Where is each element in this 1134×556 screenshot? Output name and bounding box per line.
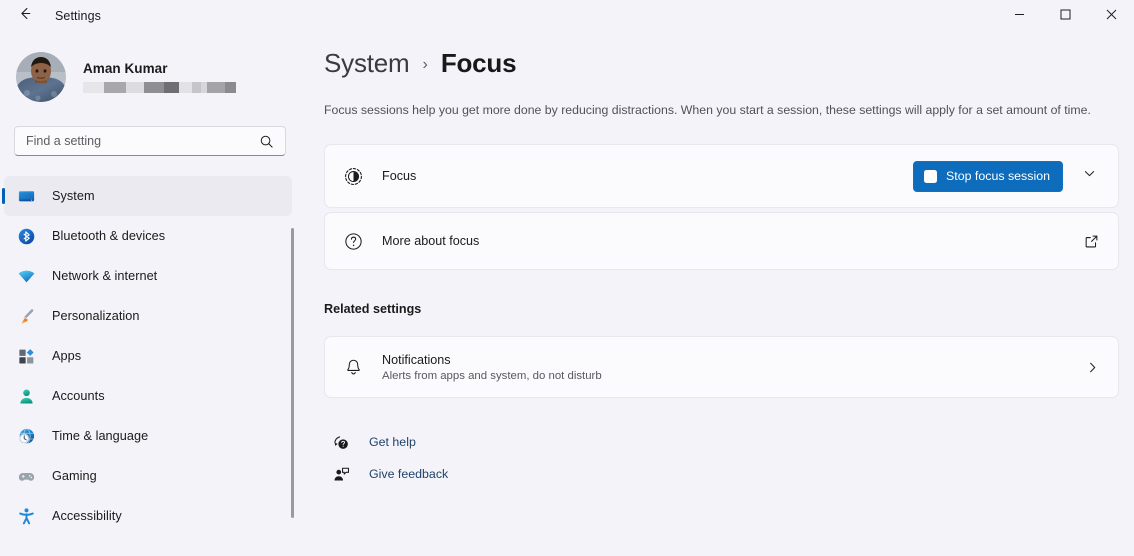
main-content: System › Focus Focus sessions help you g…	[302, 32, 1134, 556]
sidebar-item-label: Network & internet	[52, 269, 157, 283]
open-external-icon[interactable]	[1080, 234, 1102, 249]
sidebar-item-label: Bluetooth & devices	[52, 229, 165, 243]
sidebar-item-label: Apps	[52, 349, 81, 363]
question-circle-icon	[341, 231, 365, 252]
stop-focus-session-label: Stop focus session	[946, 169, 1050, 183]
title-bar: Settings	[0, 0, 1134, 32]
focus-icon	[341, 166, 365, 187]
breadcrumb-parent[interactable]: System	[324, 48, 409, 79]
notifications-card[interactable]: Notifications Alerts from apps and syste…	[324, 336, 1119, 398]
sidebar-item-time-language[interactable]: Time & language	[4, 416, 292, 456]
more-about-focus-title: More about focus	[382, 234, 479, 248]
get-help-label: Get help	[369, 435, 416, 449]
sidebar-item-label: Accessibility	[52, 509, 122, 523]
sidebar-item-label: System	[52, 189, 95, 203]
profile-name: Aman Kumar	[83, 61, 236, 76]
sidebar-item-accounts[interactable]: Accounts	[4, 376, 292, 416]
notifications-title: Notifications	[382, 353, 602, 367]
profile-text: Aman Kumar	[83, 61, 236, 93]
more-about-focus-card[interactable]: More about focus	[324, 212, 1119, 270]
minimize-icon	[1014, 7, 1025, 25]
monitor-icon	[16, 186, 36, 206]
person-icon	[16, 386, 36, 406]
gamepad-icon	[16, 466, 36, 486]
get-help-icon	[331, 434, 351, 451]
stop-square-icon	[924, 170, 937, 183]
stop-focus-session-button[interactable]: Stop focus session	[913, 161, 1063, 192]
main-inner: System › Focus Focus sessions help you g…	[324, 32, 1134, 490]
page-title: Focus	[441, 48, 517, 79]
settings-window: Settings	[0, 0, 1134, 556]
sidebar-item-apps[interactable]: Apps	[4, 336, 292, 376]
notifications-text: Notifications Alerts from apps and syste…	[382, 353, 602, 382]
minimize-button[interactable]	[996, 0, 1042, 32]
sidebar-item-accessibility[interactable]: Accessibility	[4, 496, 292, 536]
breadcrumb: System › Focus	[324, 48, 1115, 79]
bluetooth-icon	[16, 226, 36, 246]
give-feedback-link[interactable]: Give feedback	[324, 458, 448, 490]
search-box[interactable]	[14, 126, 286, 156]
focus-card-expand-button[interactable]	[1074, 161, 1104, 191]
sidebar: Aman Kumar	[0, 32, 302, 556]
back-arrow-icon	[17, 5, 34, 27]
caption-buttons	[996, 0, 1134, 32]
avatar	[16, 52, 66, 102]
get-help-link[interactable]: Get help	[324, 426, 416, 458]
clock-globe-icon	[16, 426, 36, 446]
bell-icon	[341, 357, 365, 378]
sidebar-item-personalization[interactable]: Personalization	[4, 296, 292, 336]
page-description: Focus sessions help you get more done by…	[324, 100, 1099, 120]
app-title: Settings	[55, 9, 101, 23]
search-input[interactable]	[26, 134, 259, 148]
body-split: Aman Kumar	[0, 32, 1134, 556]
paintbrush-icon	[16, 306, 36, 326]
close-icon	[1106, 7, 1117, 25]
sidebar-nav: System Bluetooth & devices	[0, 176, 302, 556]
profile-block[interactable]: Aman Kumar	[0, 32, 302, 104]
chevron-right-icon[interactable]	[1080, 361, 1104, 374]
sidebar-item-network-internet[interactable]: Network & internet	[4, 256, 292, 296]
related-settings-heading: Related settings	[324, 302, 1115, 316]
breadcrumb-separator-icon: ›	[422, 56, 427, 74]
sidebar-item-bluetooth-devices[interactable]: Bluetooth & devices	[4, 216, 292, 256]
chevron-down-icon	[1083, 167, 1096, 185]
give-feedback-label: Give feedback	[369, 467, 448, 481]
footer-links: Get help Give feedback	[324, 426, 1115, 490]
sidebar-item-label: Personalization	[52, 309, 140, 323]
maximize-button[interactable]	[1042, 0, 1088, 32]
accessibility-icon	[16, 506, 36, 526]
profile-email-redacted	[83, 82, 236, 93]
sidebar-item-system[interactable]: System	[4, 176, 292, 216]
focus-card-title: Focus	[382, 169, 416, 183]
close-button[interactable]	[1088, 0, 1134, 32]
related-cards-wrap: Notifications Alerts from apps and syste…	[324, 336, 1119, 398]
wifi-icon	[16, 266, 36, 286]
focus-card: Focus Stop focus session	[324, 144, 1119, 208]
sidebar-item-label: Accounts	[52, 389, 105, 403]
sidebar-item-label: Gaming	[52, 469, 97, 483]
notifications-subtitle: Alerts from apps and system, do not dist…	[382, 370, 602, 382]
sidebar-item-gaming[interactable]: Gaming	[4, 456, 292, 496]
cards-wrap: Focus Stop focus session	[324, 144, 1119, 270]
sidebar-item-label: Time & language	[52, 429, 148, 443]
maximize-icon	[1060, 7, 1071, 25]
apps-icon	[16, 346, 36, 366]
search-icon[interactable]	[259, 134, 275, 149]
sidebar-scrollbar[interactable]	[291, 228, 294, 518]
back-button[interactable]	[8, 0, 42, 32]
search-wrap	[14, 126, 286, 156]
feedback-icon	[331, 466, 351, 483]
